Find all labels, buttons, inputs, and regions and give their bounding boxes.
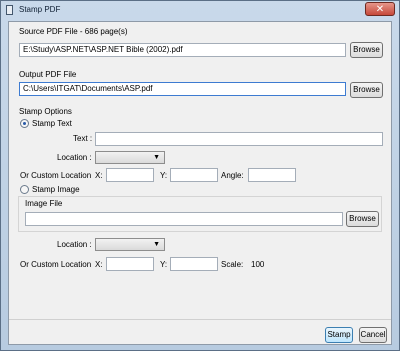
text-location-label: Location :: [57, 153, 92, 162]
text-y-label: Y:: [160, 171, 168, 180]
chevron-down-icon: ▼: [153, 154, 160, 161]
image-location-label: Location :: [57, 240, 92, 249]
footer-divider: [9, 319, 391, 320]
image-file-field[interactable]: [25, 212, 343, 226]
source-pdf-label: Source PDF File - 686 page(s): [19, 27, 128, 36]
image-y-label: Y:: [160, 260, 168, 269]
angle-input[interactable]: [248, 168, 296, 182]
stamp-button[interactable]: Stamp: [325, 327, 353, 343]
stamp-text-label: Stamp Text: [32, 119, 72, 128]
text-y-input[interactable]: [170, 168, 218, 182]
image-browse-button[interactable]: Browse: [346, 211, 379, 227]
image-location-dropdown[interactable]: ▼: [95, 238, 165, 251]
text-custom-location-label: Or Custom Location: [20, 171, 92, 180]
cancel-button[interactable]: Cancel: [359, 327, 387, 343]
stamp-text-radio[interactable]: [20, 119, 29, 128]
stamp-image-label: Stamp Image: [32, 185, 80, 194]
dialog-client-area: Source PDF File - 686 page(s) E:\Study\A…: [8, 21, 392, 345]
window-title: Stamp PDF: [19, 5, 61, 14]
text-location-dropdown[interactable]: ▼: [95, 151, 165, 164]
stamp-image-radio[interactable]: [20, 185, 29, 194]
title-bar[interactable]: Stamp PDF ✕: [1, 1, 399, 19]
app-icon: [6, 5, 13, 15]
scale-value[interactable]: 100: [251, 260, 264, 269]
image-file-label: Image File: [25, 199, 63, 208]
angle-label: Angle:: [221, 171, 244, 180]
text-label: Text :: [73, 134, 93, 143]
stamp-pdf-dialog: Stamp PDF ✕ Source PDF File - 686 page(s…: [0, 0, 400, 351]
image-x-input[interactable]: [106, 257, 154, 271]
image-y-input[interactable]: [170, 257, 218, 271]
source-browse-button[interactable]: Browse: [350, 42, 383, 58]
image-custom-location-label: Or Custom Location: [20, 260, 92, 269]
text-x-label: X:: [95, 171, 103, 180]
output-pdf-label: Output PDF File: [19, 70, 77, 79]
image-x-label: X:: [95, 260, 103, 269]
output-pdf-path-field[interactable]: C:\Users\ITGAT\Documents\ASP.pdf: [19, 82, 346, 96]
stamp-text-input[interactable]: [95, 132, 383, 146]
stamp-options-heading: Stamp Options: [19, 107, 72, 116]
text-x-input[interactable]: [106, 168, 154, 182]
scale-label: Scale:: [221, 260, 244, 269]
chevron-down-icon: ▼: [153, 241, 160, 248]
close-button[interactable]: ✕: [365, 2, 395, 16]
output-browse-button[interactable]: Browse: [350, 82, 383, 98]
source-pdf-path-field[interactable]: E:\Study\ASP.NET\ASP.NET Bible (2002).pd…: [19, 43, 346, 57]
